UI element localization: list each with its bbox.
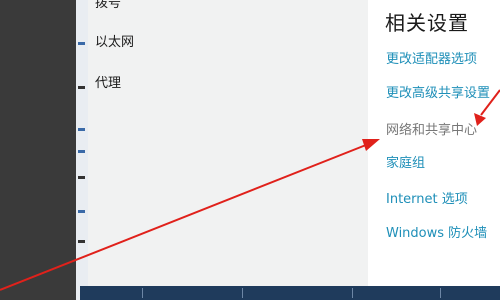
link-network-sharing-center[interactable]: 网络和共享中心 (386, 119, 477, 138)
link-advanced-sharing-settings[interactable]: 更改高级共享设置 (386, 82, 490, 101)
nav-item-dialup[interactable]: 拨号 (95, 0, 121, 11)
related-settings-title: 相关设置 (385, 11, 469, 35)
link-change-adapter-options[interactable]: 更改适配器选项 (386, 48, 477, 67)
link-windows-firewall[interactable]: Windows 防火墙 (386, 222, 487, 241)
link-homegroup[interactable]: 家庭组 (386, 152, 425, 171)
nav-item-proxy[interactable]: 代理 (95, 72, 121, 91)
background-taskbar-strip (80, 286, 500, 300)
related-settings-pane (368, 0, 500, 300)
nav-item-ethernet[interactable]: 以太网 (95, 31, 134, 50)
desktop-background (0, 0, 80, 300)
link-internet-options[interactable]: Internet 选项 (386, 188, 468, 207)
